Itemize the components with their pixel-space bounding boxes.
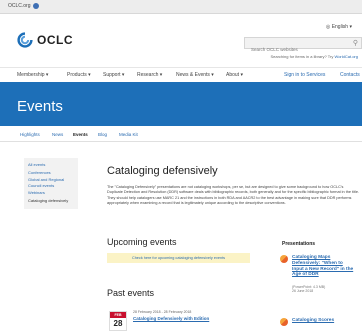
page-title: Cataloging defensively <box>107 165 218 177</box>
presentations-heading: Presentations <box>282 241 316 247</box>
hero-banner: Events <box>0 82 362 126</box>
presentation-date: 26 June 2018 <box>292 289 314 293</box>
presentation-link[interactable]: Cataloging Scores <box>292 318 354 324</box>
subnav-item-events[interactable]: Events <box>73 132 88 137</box>
search-icon[interactable]: ⚲ <box>353 39 358 47</box>
sidebar-item-council-events[interactable]: Global and Regional Council events <box>28 177 74 188</box>
search-box: ⚲ <box>244 37 362 55</box>
oclc-org-link[interactable]: OCLC.org <box>8 3 39 9</box>
brand-label: OCLC.org <box>8 3 31 9</box>
subnav-item-news[interactable]: News <box>52 132 63 137</box>
nav-item-products[interactable]: Products ▾ <box>67 72 91 78</box>
event-dates: 28 February 2018 - 28 February 2018 <box>133 310 192 314</box>
event-link[interactable]: Cataloging Defensively with Edition <box>133 316 253 321</box>
subnav-item-blog[interactable]: Blog <box>98 132 107 137</box>
date-day: 28 <box>113 319 123 328</box>
worldcat-helper: Searching for items in a library? Try Wo… <box>270 54 358 59</box>
main-nav: Membership ▾ Products ▾ Support ▾ Resear… <box>0 67 362 82</box>
sidebar-item-conferences[interactable]: Conferences <box>28 170 74 176</box>
contacts-link[interactable]: Contacts <box>340 72 360 78</box>
nav-item-research[interactable]: Research ▾ <box>137 72 162 78</box>
logo-text: OCLC <box>37 33 73 47</box>
sidebar-item-all-events[interactable]: All events <box>28 162 74 168</box>
presentation-item: Cataloging Scores <box>280 318 360 330</box>
language-label: English <box>331 24 349 30</box>
globe-icon: ◎ <box>325 24 331 30</box>
chevron-down-icon: ▾ <box>349 24 352 30</box>
language-selector[interactable]: ◎ English ▾ <box>326 24 352 30</box>
globe-icon <box>32 3 39 9</box>
nav-item-news-events[interactable]: News & Events ▾ <box>176 72 214 78</box>
presentation-link[interactable]: Cataloging Maps Defensively: "When to In… <box>292 255 354 278</box>
nav-item-about[interactable]: About ▾ <box>226 72 243 78</box>
sub-nav: Highlights News Events Blog Media Kit <box>0 127 362 142</box>
top-bar: OCLC.org <box>0 0 362 14</box>
subnav-item-highlights[interactable]: Highlights <box>20 132 40 137</box>
sign-in-link[interactable]: Sign in to Services <box>284 72 325 78</box>
sidebar-item-cataloging-defensively[interactable]: Cataloging defensively <box>28 198 74 204</box>
subnav-item-media-kit[interactable]: Media Kit <box>119 132 138 137</box>
nav-item-support[interactable]: Support ▾ <box>103 72 124 78</box>
powerpoint-icon <box>280 318 288 326</box>
helper-text: Searching for items in a library? Try <box>270 54 334 59</box>
event-card: FEB 28 28 February 2018 - 28 February 20… <box>107 308 257 331</box>
page-heading: Events <box>17 98 63 115</box>
upcoming-events-link[interactable]: Check here for upcoming cataloging defen… <box>107 253 250 263</box>
intro-paragraph: The "Cataloging Defensively" presentatio… <box>107 185 359 206</box>
date-badge: FEB 28 <box>109 311 127 331</box>
upcoming-events-heading: Upcoming events <box>107 237 177 247</box>
oclc-logo-icon <box>17 32 33 48</box>
sidebar: All events Conferences Global and Region… <box>24 158 78 209</box>
nav-item-membership[interactable]: Membership ▾ <box>17 72 48 78</box>
search-input[interactable] <box>245 44 345 55</box>
sidebar-item-webinars[interactable]: Webinars <box>28 190 74 196</box>
presentation-item: Cataloging Maps Defensively: "When to In… <box>280 255 360 293</box>
oclc-logo[interactable]: OCLC <box>17 32 73 48</box>
worldcat-link[interactable]: WorldCat.org <box>335 54 359 59</box>
powerpoint-icon <box>280 255 288 263</box>
past-events-heading: Past events <box>107 288 155 298</box>
